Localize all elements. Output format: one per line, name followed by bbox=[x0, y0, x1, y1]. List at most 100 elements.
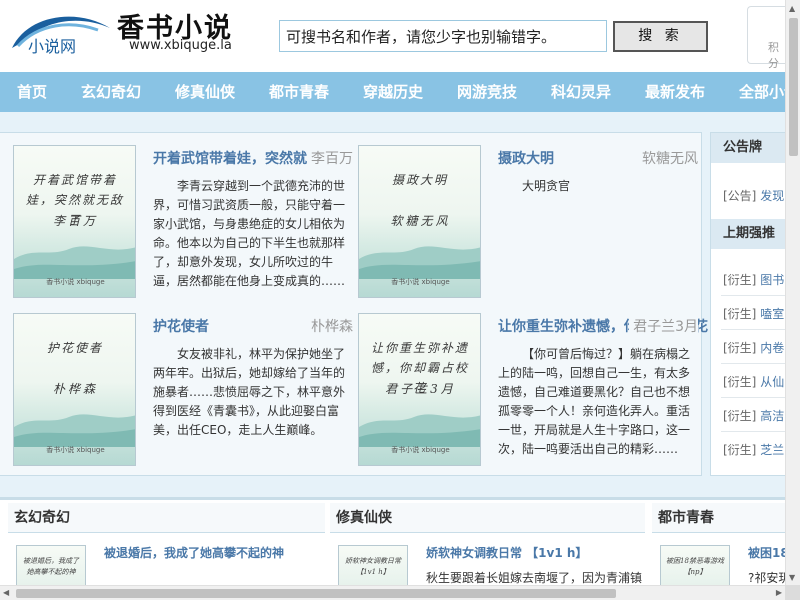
category-heading: 玄幻奇幻 bbox=[8, 503, 325, 533]
ranking-tag: [衍生] bbox=[723, 443, 757, 457]
scrollbar-thumb[interactable] bbox=[16, 589, 616, 598]
ranking-item[interactable]: [衍生] 图书 bbox=[723, 271, 784, 288]
divider bbox=[721, 295, 785, 296]
nav-item-latest[interactable]: 最新发布 bbox=[645, 72, 705, 112]
ranking-item[interactable]: [衍生] 从仙 bbox=[723, 373, 784, 390]
featured-book: 开着武馆带着娃，突然就无敌了 李百万 香书小说 xbiquge 开着武馆带着娃，… bbox=[13, 145, 353, 305]
ranking-tag: [衍生] bbox=[723, 273, 757, 287]
notice-heading: 公告牌 bbox=[711, 133, 785, 163]
mountain-illustration-icon bbox=[359, 246, 480, 279]
cover-author: 软糖无风 bbox=[390, 214, 451, 228]
ranking-item[interactable]: [衍生] 嗑室 bbox=[723, 305, 784, 322]
cover-footer: 香书小说 xbiquge bbox=[46, 446, 105, 454]
ranking-link[interactable]: 内卷 bbox=[760, 341, 784, 355]
mountain-illustration-icon bbox=[14, 246, 135, 279]
book-description: 大明贪官 bbox=[522, 179, 571, 193]
nav-item-home[interactable]: 首页 bbox=[17, 72, 47, 112]
nav-item-xuanhuan[interactable]: 玄幻奇幻 bbox=[81, 72, 141, 112]
book-description: 【你可曾后悔过？】躺在病榻之上的陆一鸣，回想自己一生，有太多遗憾，自己难道要黑化… bbox=[498, 347, 691, 456]
ranking-tag: [衍生] bbox=[723, 409, 757, 423]
user-login-box[interactable]: 积分 bbox=[747, 6, 787, 70]
nav-item-wangyou[interactable]: 网游竞技 bbox=[457, 72, 517, 112]
sidebar: 公告牌 [公告] 发现 上期强推 [衍生] 图书 [衍生] 嗑室 [衍生] 内卷… bbox=[710, 132, 785, 476]
cover-author: 君子兰3月 bbox=[385, 382, 456, 396]
book-cover[interactable]: 开着武馆带着娃，突然就无敌了 李百万 香书小说 xbiquge bbox=[13, 145, 136, 298]
cover-footer: 香书小说 xbiquge bbox=[391, 446, 450, 454]
cover-author: 李百万 bbox=[52, 214, 98, 228]
ranking-tag: [衍生] bbox=[723, 341, 757, 355]
category-column: 修真仙侠 娇软神女调教日常【1v1 h】 娇软神女调教日常 【1v1 h】 秋生… bbox=[330, 503, 645, 588]
divider bbox=[721, 397, 785, 398]
vertical-scrollbar[interactable]: ▲ ▼ bbox=[785, 0, 800, 585]
ranking-link[interactable]: 芝兰 bbox=[760, 443, 784, 457]
scroll-up-icon[interactable]: ▲ bbox=[789, 4, 795, 13]
book-title[interactable]: 摄政大明 bbox=[498, 148, 554, 168]
book-author: 君子兰3月 bbox=[629, 316, 698, 336]
ranking-item[interactable]: [衍生] 内卷 bbox=[723, 339, 784, 356]
ranking-item[interactable]: [衍生] 芝兰 bbox=[723, 441, 784, 458]
book-author: 软糖无风 bbox=[638, 148, 698, 168]
ranking-item[interactable]: [衍生] 高洁 bbox=[723, 407, 784, 424]
scroll-left-icon[interactable]: ◀ bbox=[3, 588, 9, 597]
notice-tag: [公告] bbox=[723, 189, 757, 203]
ranking-link[interactable]: 从仙 bbox=[760, 375, 784, 389]
book-cover[interactable]: 让你重生弥补遗憾，你却霸占校花 君子兰3月 香书小说 xbiquge bbox=[358, 313, 481, 466]
nav-item-kehuan[interactable]: 科幻灵异 bbox=[551, 72, 611, 112]
ranking-link[interactable]: 图书 bbox=[760, 273, 784, 287]
category-heading: 都市青春 bbox=[652, 503, 785, 533]
book-cover[interactable]: 摄政大明 软糖无风 香书小说 xbiquge bbox=[358, 145, 481, 298]
book-description: 李青云穿越到一个武德充沛的世界，可惜习武资质一般，只能守着一家小武馆，与身患绝症… bbox=[153, 179, 346, 288]
cover-footer: 香书小说 xbiquge bbox=[391, 278, 450, 286]
nav-item-dushi[interactable]: 都市青春 bbox=[269, 72, 329, 112]
scroll-right-icon[interactable]: ▶ bbox=[776, 588, 782, 597]
site-header: 小说网 香书小说 www.xbiquge.la 搜 索 积分 bbox=[0, 0, 787, 72]
ranking-link[interactable]: 嗑室 bbox=[760, 307, 784, 321]
book-description: 女友被非礼，林平为保护她坐了两年牢。出狱后，她却嫁给了当年的施暴者……悲愤屈辱之… bbox=[153, 347, 346, 437]
featured-book: 摄政大明 软糖无风 香书小说 xbiquge 摄政大明 软糖无风 大明贪官 bbox=[358, 145, 698, 305]
ranking-tag: [衍生] bbox=[723, 307, 757, 321]
ranking-tag: [衍生] bbox=[723, 375, 757, 389]
main-nav: 首页 玄幻奇幻 修真仙侠 都市青春 穿越历史 网游竞技 科幻灵异 最新发布 全部… bbox=[0, 72, 785, 112]
book-title[interactable]: 被困18禁恶毒游戏 bbox=[748, 544, 785, 561]
nav-item-chuanyue[interactable]: 穿越历史 bbox=[363, 72, 423, 112]
category-column: 都市青春 被困18禁恶毒游戏【np】 被困18禁恶毒游戏 ?祁安玥 bbox=[652, 503, 785, 588]
cover-title: 摄政大明 bbox=[391, 173, 448, 187]
book-cover[interactable]: 被退婚后，我成了她高攀不起的神 bbox=[16, 545, 86, 588]
book-title[interactable]: 护花使者 bbox=[153, 316, 209, 336]
book-title[interactable]: 娇软神女调教日常 【1v1 h】 bbox=[426, 544, 587, 561]
featured-book: 护花使者 朴桦森 香书小说 xbiquge 护花使者 朴桦森 女友被非礼，林平为… bbox=[13, 313, 353, 473]
featured-books: 开着武馆带着娃，突然就无敌了 李百万 香书小说 xbiquge 开着武馆带着娃，… bbox=[0, 132, 708, 476]
category-column: 玄幻奇幻 被退婚后，我成了她高攀不起的神 被退婚后，我成了她高攀不起的神 bbox=[8, 503, 325, 588]
divider bbox=[721, 363, 785, 364]
book-description: 秋生要跟着长姐嫁去南堰了，因为青浦镇 bbox=[426, 571, 643, 585]
scrollbar-thumb[interactable] bbox=[789, 18, 798, 156]
notice-item[interactable]: [公告] 发现 bbox=[723, 187, 784, 204]
mountain-illustration-icon bbox=[14, 414, 135, 447]
site-url: www.xbiquge.la bbox=[129, 38, 232, 53]
featured-book: 让你重生弥补遗憾，你却霸占校花 君子兰3月 香书小说 xbiquge 让你重生弥… bbox=[358, 313, 708, 473]
scroll-down-icon[interactable]: ▼ bbox=[789, 573, 795, 582]
category-heading: 修真仙侠 bbox=[330, 503, 645, 533]
cover-title: 护花使者 bbox=[46, 341, 103, 355]
horizontal-scrollbar[interactable]: ◀ ▶ bbox=[0, 585, 785, 600]
logo-small-text: 小说网 bbox=[28, 37, 77, 56]
book-cover[interactable]: 护花使者 朴桦森 香书小说 xbiquge bbox=[13, 313, 136, 466]
notice-link[interactable]: 发现 bbox=[760, 189, 784, 203]
book-cover[interactable]: 被困18禁恶毒游戏【np】 bbox=[660, 545, 730, 588]
nav-item-all[interactable]: 全部小说 bbox=[739, 72, 785, 112]
search-input[interactable] bbox=[279, 20, 607, 52]
cover-footer: 香书小说 xbiquge bbox=[46, 278, 105, 286]
cover-author: 朴桦森 bbox=[52, 382, 98, 396]
divider bbox=[721, 431, 785, 432]
ranking-link[interactable]: 高洁 bbox=[760, 409, 784, 423]
mountain-illustration-icon bbox=[359, 414, 480, 447]
book-title[interactable]: 被退婚后，我成了她高攀不起的神 bbox=[104, 544, 284, 561]
divider bbox=[721, 329, 785, 330]
book-author: 李百万 bbox=[307, 148, 353, 168]
nav-item-xiuzhen[interactable]: 修真仙侠 bbox=[175, 72, 235, 112]
search-button[interactable]: 搜 索 bbox=[613, 21, 708, 52]
book-cover[interactable]: 娇软神女调教日常【1v1 h】 bbox=[338, 545, 408, 588]
scrollbar-corner bbox=[785, 585, 800, 600]
category-sections: 玄幻奇幻 被退婚后，我成了她高攀不起的神 被退婚后，我成了她高攀不起的神 修真仙… bbox=[0, 497, 785, 588]
book-author: 朴桦森 bbox=[307, 316, 353, 336]
